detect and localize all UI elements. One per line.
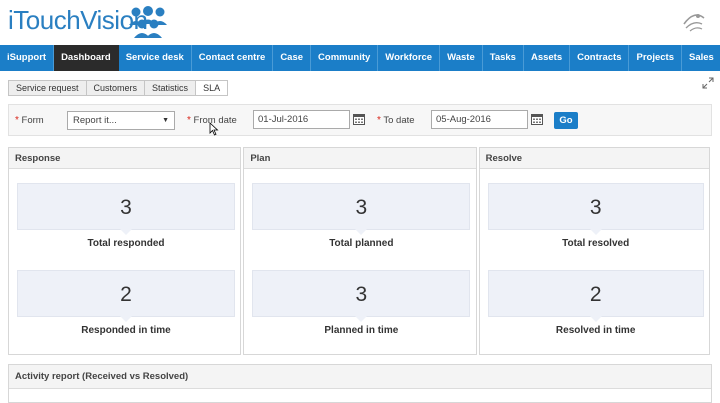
form-label: * Form — [15, 115, 44, 126]
metric-value: 2 — [17, 270, 235, 322]
calendar-icon[interactable] — [531, 113, 543, 125]
mouse-cursor-icon — [209, 122, 219, 136]
panel-title: Response — [9, 148, 241, 169]
metric-value: 3 — [17, 183, 235, 235]
nav-item-isupport[interactable]: iSupport — [0, 45, 55, 71]
subtab-customers[interactable]: Customers — [85, 80, 146, 96]
nav-item-sales[interactable]: Sales — [682, 45, 720, 71]
metric-value: 3 — [487, 183, 704, 235]
subtab-service-request[interactable]: Service request — [8, 80, 87, 96]
nav-item-contact-centre[interactable]: Contact centre — [192, 45, 274, 71]
required-mark: * — [377, 115, 381, 126]
metric-value: 3 — [252, 270, 471, 322]
nav-item-waste[interactable]: Waste — [440, 45, 483, 71]
app-header: iTouchVision — [0, 0, 720, 44]
logo-text: iTouchVision — [8, 5, 148, 35]
metric-label: Total planned — [329, 238, 394, 249]
metric-label: Responded in time — [81, 325, 171, 336]
to-date-input[interactable]: 05-Aug-2016 — [431, 110, 528, 129]
main-nav: iSupport Dashboard Service desk Contact cen… — [0, 45, 720, 71]
filter-bar: * Form Report it... ▼ * From date 01-Jul… — [8, 104, 712, 136]
form-label-text: Form — [21, 115, 44, 126]
dashboard-subtabs: Service request Customers Statistics SLA — [8, 80, 229, 96]
panel-resolve: Resolve 3 Total resolved 2 Resolved in time — [478, 147, 710, 355]
metric-card[interactable]: 2 Resolved in time — [487, 270, 704, 336]
metric-card[interactable]: 3 Total planned — [252, 183, 471, 249]
metric-card[interactable]: 2 Responded in time — [17, 270, 235, 336]
activity-report-panel: Activity report (Received vs Resolved) — [8, 364, 712, 403]
metric-value: 3 — [252, 183, 471, 235]
subtab-statistics[interactable]: Statistics — [144, 80, 197, 96]
metric-value: 2 — [487, 270, 704, 322]
panel-title: Resolve — [479, 148, 709, 169]
metric-label: Planned in time — [324, 325, 399, 336]
nav-item-case[interactable]: Case — [273, 45, 312, 71]
people-logo-icon — [129, 6, 167, 38]
panel-response: Response 3 Total responded 2 Responded in ti… — [8, 147, 242, 355]
nav-item-tasks[interactable]: Tasks — [483, 45, 524, 71]
nav-item-dashboard[interactable]: Dashboard — [54, 45, 119, 71]
metric-card[interactable]: 3 Total responded — [17, 183, 235, 249]
nav-item-assets[interactable]: Assets — [524, 45, 571, 71]
to-date-label-text: To date — [383, 115, 415, 126]
calendar-icon[interactable] — [353, 113, 365, 125]
required-mark: * — [187, 115, 191, 126]
metric-label: Total resolved — [562, 238, 630, 249]
brand-mark-icon — [683, 14, 705, 32]
metric-card[interactable]: 3 Planned in time — [252, 270, 471, 336]
activity-report-title: Activity report (Received vs Resolved) — [9, 365, 711, 389]
metric-label: Total responded — [87, 238, 165, 249]
panel-title: Plan — [244, 148, 476, 169]
nav-item-workforce[interactable]: Workforce — [378, 45, 441, 71]
subtab-sla[interactable]: SLA — [195, 80, 229, 96]
to-date-label: * To date — [377, 115, 415, 126]
go-button[interactable]: Go — [554, 112, 578, 129]
sla-panels: Response 3 Total responded 2 Responded in ti… — [8, 147, 712, 355]
form-select[interactable]: Report it... ▼ — [67, 111, 175, 130]
nav-item-contracts[interactable]: Contracts — [570, 45, 630, 71]
panel-plan: Plan 3 Total planned 3 Planned in time — [243, 147, 477, 355]
required-mark: * — [15, 115, 19, 126]
nav-item-service-desk[interactable]: Service desk — [119, 45, 192, 71]
metric-card[interactable]: 3 Total resolved — [487, 183, 704, 249]
metric-label: Resolved in time — [555, 325, 636, 336]
expand-icon[interactable] — [702, 77, 714, 89]
chevron-down-icon: ▼ — [162, 117, 169, 124]
from-date-input[interactable]: 01-Jul-2016 — [253, 110, 350, 129]
form-select-value: Report it... — [73, 115, 117, 126]
nav-item-projects[interactable]: Projects — [629, 45, 682, 71]
nav-item-community[interactable]: Community — [311, 45, 379, 71]
